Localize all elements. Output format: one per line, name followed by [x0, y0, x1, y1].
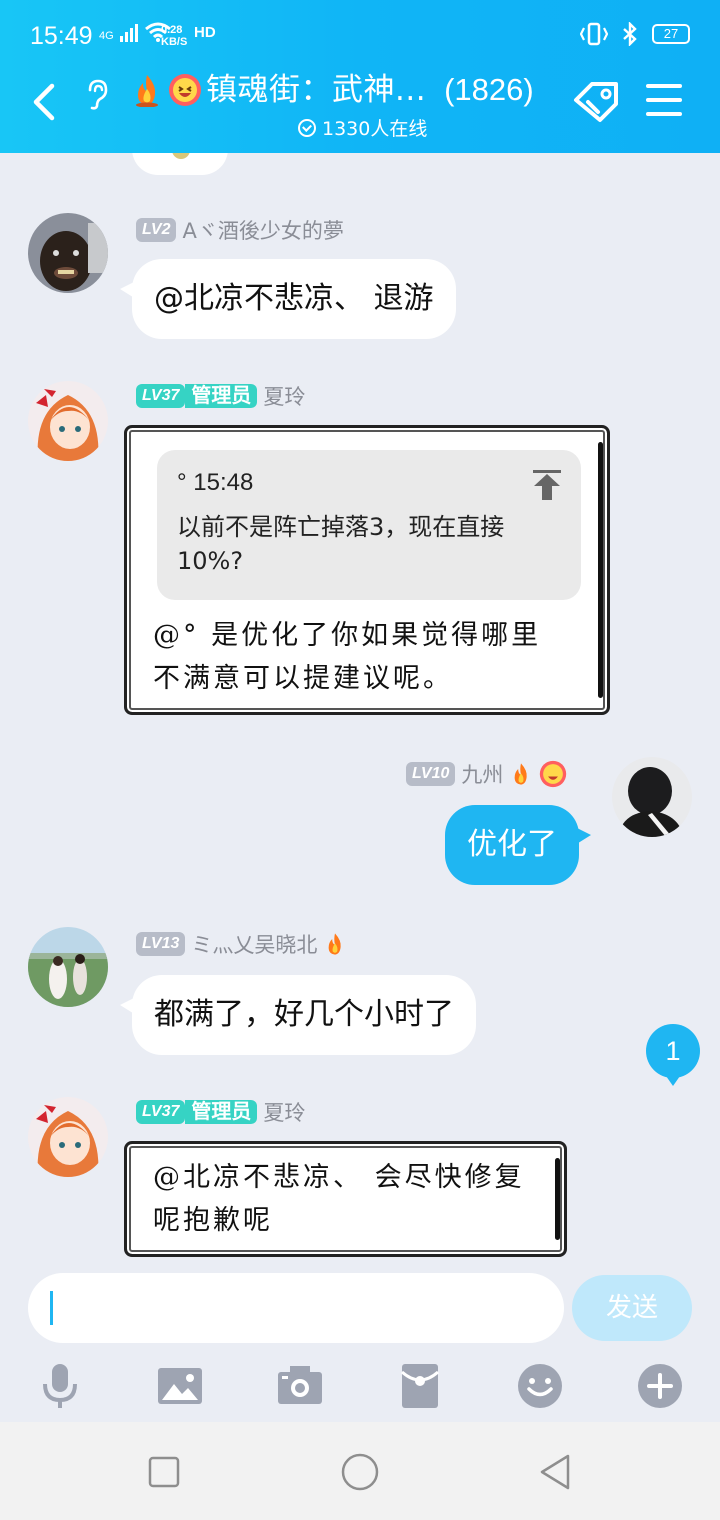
quoted-sender: ° 15:48 — [177, 469, 254, 496]
home-icon[interactable] — [340, 1452, 380, 1492]
microphone-icon[interactable] — [36, 1362, 84, 1410]
jump-to-quote-icon[interactable] — [533, 470, 561, 500]
recent-apps-icon[interactable] — [144, 1452, 184, 1492]
sender-meta: LV37 管理员 夏玲 — [136, 381, 305, 411]
speed-unit: KB/S — [161, 36, 188, 48]
status-time: 15:49 — [30, 22, 93, 50]
vibrate-icon — [580, 22, 608, 46]
quoted-text: 以前不是阵亡掉落3，现在直接10%? — [177, 513, 505, 575]
plus-icon[interactable] — [636, 1362, 684, 1410]
online-status[interactable]: 1330人在线 — [298, 114, 427, 141]
avatar[interactable] — [28, 927, 108, 1007]
level-badge: LV10 — [406, 762, 456, 786]
online-check-icon — [298, 118, 316, 137]
chat-message-list[interactable]: LV2 Aヾ酒後少女的夢 @北凉不悲凉、 退游 LV37 管理员 夏玲 ° 15… — [0, 153, 720, 1263]
fire-icon — [515, 763, 528, 785]
admin-badge: 管理员 — [185, 384, 258, 408]
share-tag-icon[interactable] — [572, 78, 622, 128]
level-badge: LV2 — [136, 218, 177, 242]
status-right: 27 — [580, 22, 690, 46]
sender-name[interactable]: Aヾ酒後少女的夢 — [182, 215, 343, 245]
sender-meta: LV37 管理员 夏玲 — [136, 1097, 305, 1127]
sender-meta: LV13 ミ灬乂吴晓北 — [136, 929, 347, 959]
avatar-image — [28, 213, 108, 293]
online-text: 1330人在线 — [322, 118, 428, 140]
signal-bars-icon — [119, 24, 138, 42]
laughing-face-icon — [540, 760, 567, 788]
level-badge: LV37 — [136, 384, 186, 408]
text-cursor — [50, 1291, 53, 1325]
sender-name[interactable]: ミ灬乂吴晓北 — [191, 929, 317, 959]
avatar-image — [612, 757, 692, 837]
group-title-row[interactable]: 镇魂街：武神... (1826) — [130, 70, 534, 110]
avatar-image — [28, 927, 108, 1007]
status-bar: 15:49 4G 0.28 KB/S HD 27 — [0, 0, 720, 72]
hd-badge: HD — [194, 24, 216, 41]
emoji-icon[interactable] — [516, 1362, 564, 1410]
back-arrow-icon[interactable] — [28, 82, 64, 122]
send-button[interactable]: 发送 — [572, 1275, 692, 1341]
level-badge: LV13 — [136, 932, 186, 956]
sender-name[interactable]: 九州 — [461, 759, 503, 789]
speed-value: 0.28 — [161, 24, 183, 36]
avatar-image — [28, 1097, 108, 1177]
sender-name[interactable]: 夏玲 — [263, 1097, 305, 1127]
avatar[interactable] — [28, 213, 108, 293]
message-bubble-framed[interactable]: ° 15:48 以前不是阵亡掉落3，现在直接10%? @° 是优化了你如果觉得哪… — [124, 425, 610, 715]
sender-meta: LV10 九州 — [406, 759, 567, 789]
admin-badge: 管理员 — [185, 1100, 258, 1124]
fire-icon — [136, 75, 158, 107]
composer-toolbar — [0, 1350, 720, 1422]
message-bubble[interactable]: 都满了，好几个小时了 — [120, 975, 476, 1055]
system-nav-bar — [0, 1422, 720, 1520]
level-badge: LV37 — [136, 1100, 186, 1124]
avatar[interactable] — [28, 1097, 108, 1177]
menu-icon[interactable] — [646, 84, 682, 118]
message-bubble-framed[interactable]: @北凉不悲凉、 会尽快修复呢抱歉呢 — [124, 1141, 567, 1257]
network-speed: 0.28 KB/S — [161, 24, 187, 48]
unread-count-badge[interactable]: 1 — [646, 1024, 700, 1086]
message-text: @北凉不悲凉、 会尽快修复呢抱歉呢 — [153, 1162, 525, 1236]
red-packet-icon[interactable] — [396, 1362, 444, 1410]
sender-meta: LV2 Aヾ酒後少女的夢 — [136, 215, 344, 245]
message-text: @° 是优化了你如果觉得哪里不满意可以提建议呢。 — [153, 620, 542, 694]
avatar-image — [28, 381, 108, 461]
network-type: 4G — [99, 30, 114, 42]
earpiece-mode-icon[interactable] — [82, 78, 112, 110]
avatar[interactable] — [28, 381, 108, 461]
battery-indicator: 27 — [652, 24, 690, 44]
fire-icon — [329, 933, 342, 955]
image-icon[interactable] — [156, 1362, 204, 1410]
camera-icon[interactable] — [276, 1362, 324, 1410]
previous-message-fragment — [132, 153, 228, 175]
avatar[interactable] — [612, 757, 692, 837]
group-title: 镇魂街：武神... — [206, 72, 427, 108]
message-bubble-self[interactable]: 优化了 — [445, 805, 591, 885]
bluetooth-icon — [623, 22, 637, 46]
laughing-face-icon — [169, 74, 201, 106]
back-icon[interactable] — [536, 1452, 576, 1492]
member-count: (1826) — [444, 72, 534, 107]
message-bubble[interactable]: @北凉不悲凉、 退游 — [120, 259, 456, 339]
quoted-message[interactable]: ° 15:48 以前不是阵亡掉落3，现在直接10%? — [157, 450, 581, 600]
message-input[interactable] — [28, 1273, 564, 1343]
chat-header: 15:49 4G 0.28 KB/S HD 27 镇魂街：武神... (1826… — [0, 0, 720, 153]
sender-name[interactable]: 夏玲 — [263, 381, 305, 411]
